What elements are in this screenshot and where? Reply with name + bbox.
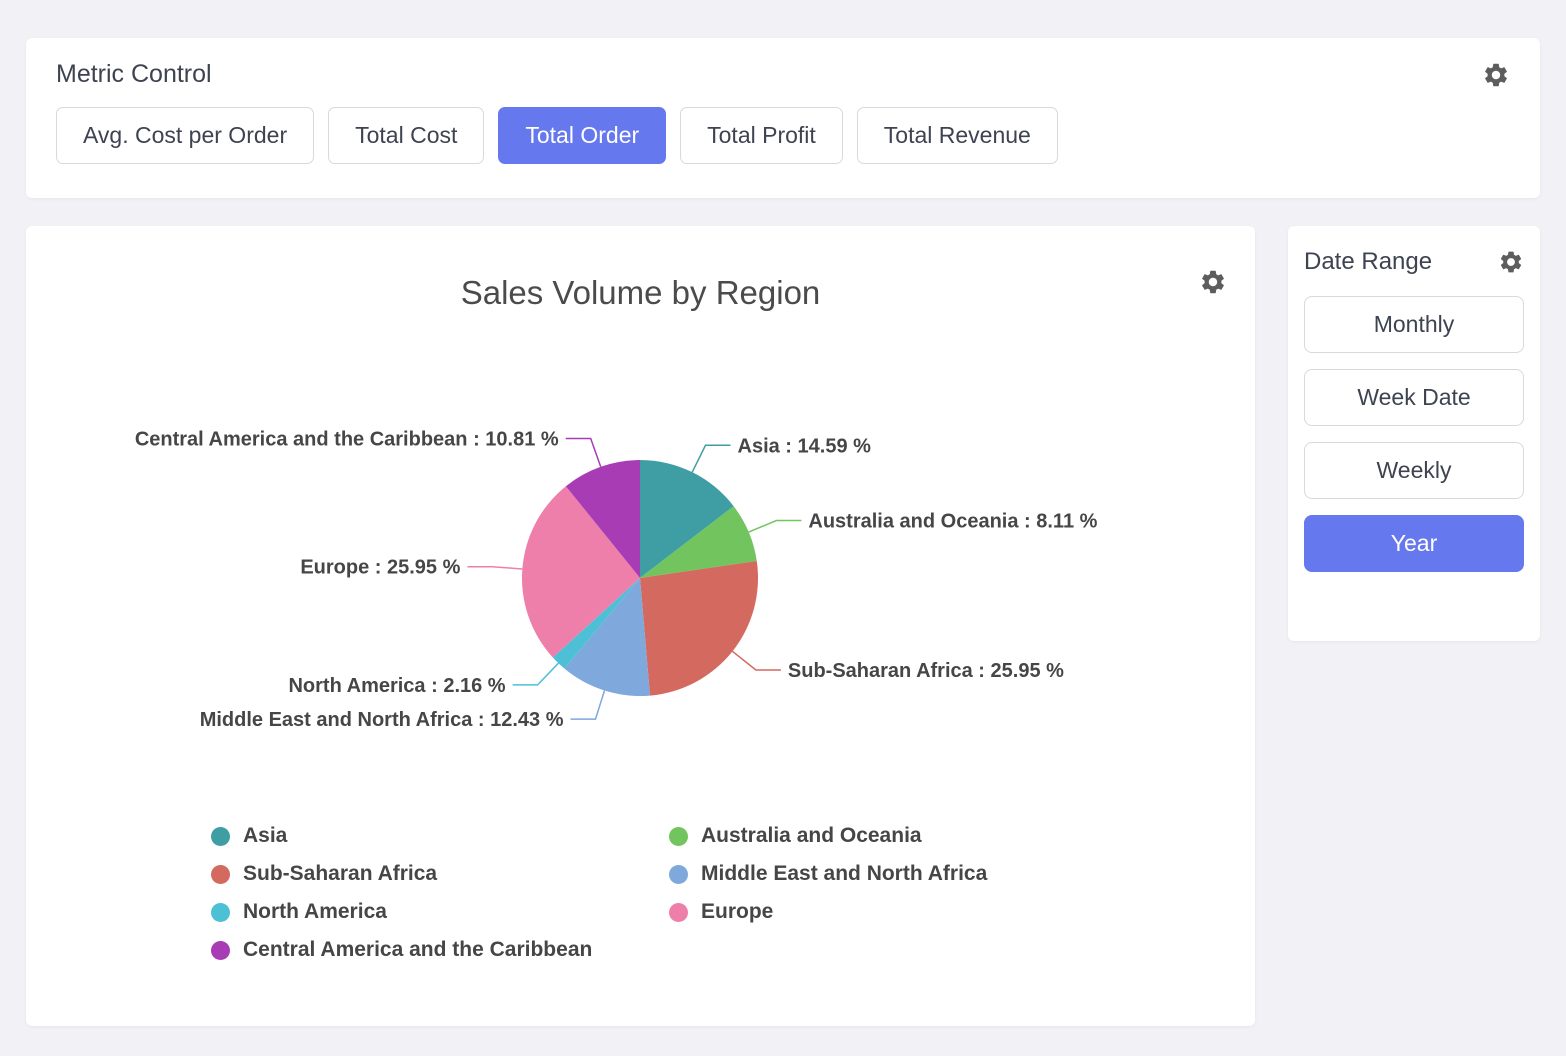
metric-button[interactable]: Total Order <box>498 107 666 164</box>
settings-gear-icon[interactable] <box>1482 61 1510 89</box>
legend-item[interactable]: Sub-Saharan Africa <box>211 862 669 886</box>
pie-label-line <box>566 439 601 467</box>
legend-dot <box>211 827 230 846</box>
metric-control-card: Metric Control Avg. Cost per OrderTotal … <box>26 38 1540 198</box>
legend-dot <box>669 827 688 846</box>
pie-slice-label: Asia : 14.59 % <box>738 435 872 457</box>
pie-label-line <box>692 445 730 472</box>
pie-slice-label: North America : 2.16 % <box>288 675 505 697</box>
date-range-title: Date Range <box>1304 248 1432 276</box>
legend-label: Central America and the Caribbean <box>243 938 592 962</box>
pie-slice-label: Middle East and North Africa : 12.43 % <box>200 709 564 731</box>
pie-slice[interactable] <box>640 561 758 696</box>
date-range-buttons: Monthly Week Date Weekly Year <box>1304 296 1524 572</box>
legend-item[interactable]: Central America and the Caribbean <box>211 938 669 962</box>
pie-slice-label: Australia and Oceania : 8.11 % <box>808 511 1097 533</box>
metric-buttons: Avg. Cost per OrderTotal CostTotal Order… <box>56 107 1510 164</box>
legend-dot <box>211 941 230 960</box>
sales-chart-card: Sales Volume by Region Asia : 14.59 % Aus… <box>26 226 1255 1026</box>
pie-chart-svg: Asia : 14.59 % Australia and Oceania : 8.… <box>26 386 1255 816</box>
legend-label: Sub-Saharan Africa <box>243 862 437 886</box>
metric-button[interactable]: Total Revenue <box>857 107 1058 164</box>
date-range-card: Date Range Monthly Week Date Weekly Year <box>1288 226 1540 641</box>
legend-item[interactable]: Australia and Oceania <box>669 824 987 848</box>
chart-settings-gear-icon[interactable] <box>1199 268 1227 296</box>
legend-dot <box>669 865 688 884</box>
pie-label-line <box>749 521 802 533</box>
date-range-header: Date Range <box>1304 248 1524 276</box>
date-range-button[interactable]: Year <box>1304 515 1524 572</box>
date-range-button[interactable]: Week Date <box>1304 369 1524 426</box>
pie-label-line <box>732 651 781 670</box>
pie-label-line <box>513 663 559 685</box>
legend-label: North America <box>243 900 387 924</box>
legend-item[interactable]: North America <box>211 900 669 924</box>
legend-dot <box>211 865 230 884</box>
pie-label-line <box>571 691 605 720</box>
legend-item[interactable]: Europe <box>669 900 987 924</box>
metric-control-title: Metric Control <box>56 60 212 89</box>
pie-label-line <box>467 567 522 569</box>
metric-button[interactable]: Total Cost <box>328 107 484 164</box>
date-range-button[interactable]: Monthly <box>1304 296 1524 353</box>
date-range-gear-icon[interactable] <box>1498 249 1524 275</box>
legend-item[interactable]: Middle East and North Africa <box>669 862 987 886</box>
chart-title: Sales Volume by Region <box>26 274 1255 312</box>
chart-legend: Asia Australia and Oceania Sub-Saharan Afr… <box>211 824 987 962</box>
legend-label: Asia <box>243 824 287 848</box>
metric-control-header: Metric Control <box>56 60 1510 89</box>
metric-button[interactable]: Total Profit <box>680 107 843 164</box>
legend-label: Australia and Oceania <box>701 824 922 848</box>
legend-dot <box>211 903 230 922</box>
metric-button[interactable]: Avg. Cost per Order <box>56 107 314 164</box>
pie-slice-label: Sub-Saharan Africa : 25.95 % <box>788 660 1064 682</box>
date-range-button[interactable]: Weekly <box>1304 442 1524 499</box>
pie-slice-label: Central America and the Caribbean : 10.8… <box>135 429 559 451</box>
legend-label: Middle East and North Africa <box>701 862 987 886</box>
legend-dot <box>669 903 688 922</box>
legend-label: Europe <box>701 900 773 924</box>
legend-item[interactable]: Asia <box>211 824 669 848</box>
pie-slice-label: Europe : 25.95 % <box>300 557 460 579</box>
